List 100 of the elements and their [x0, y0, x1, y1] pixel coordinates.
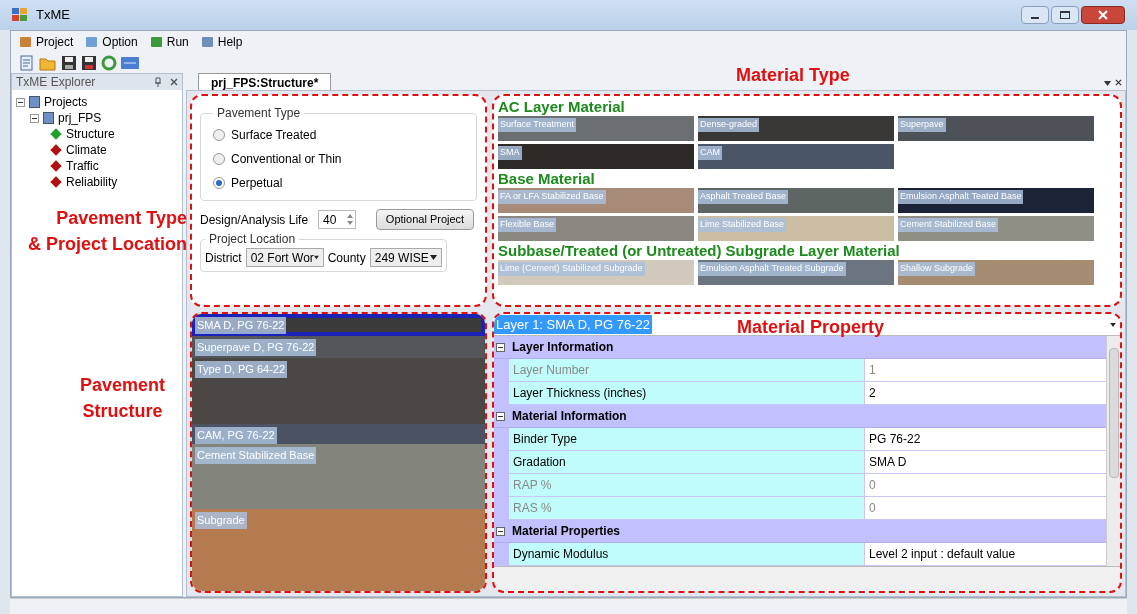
- district-dropdown[interactable]: 02 Fort Wor: [245, 248, 324, 267]
- tree-item[interactable]: Reliability: [66, 173, 118, 191]
- section-heading: Base Material: [498, 170, 596, 188]
- layer-selector[interactable]: Layer 1: SMA D, PG 76-22: [494, 314, 652, 335]
- section-title[interactable]: Material Information: [512, 407, 627, 425]
- collapse-icon[interactable]: [496, 526, 505, 536]
- collapse-icon[interactable]: [496, 411, 505, 421]
- pavement-layer[interactable]: Type D, PG 64-22: [192, 358, 485, 424]
- tile-label: FA or LFA Stabilized Base: [498, 190, 606, 204]
- property-name: Layer Thickness (inches): [509, 382, 865, 404]
- tile-label: Asphalt Treated Base: [698, 190, 789, 204]
- tree-item[interactable]: Climate: [66, 141, 107, 159]
- radio-label: Perpetual: [231, 175, 283, 192]
- tree-item[interactable]: Projects: [44, 93, 88, 111]
- tile-label: Emulsion Asphalt Teated Base: [898, 190, 1024, 204]
- section-heading: Subbase/Treated (or Untreated) Subgrade Layer Material: [498, 242, 901, 260]
- layer-label: Superpave D, PG 76-22: [195, 339, 317, 356]
- property-name: RAP %: [509, 474, 865, 496]
- section-title[interactable]: Material Properties: [512, 522, 621, 540]
- menu-item[interactable]: Help: [200, 33, 243, 51]
- maximize-button[interactable]: [1051, 6, 1079, 24]
- layer-label: Type D, PG 64-22: [195, 361, 288, 378]
- tile-label: Lime (Cement) Stabilized Subgrade: [498, 262, 645, 276]
- dropdown-caret-icon[interactable]: [1110, 322, 1116, 327]
- tile-label: Emulsion Asphalt Treated Subgrade: [698, 262, 846, 276]
- tree-item[interactable]: prj_FPS: [58, 109, 102, 127]
- property-value[interactable]: Level 2 input : default value: [865, 543, 1106, 565]
- tile-label: CAM: [698, 146, 722, 160]
- pavement-layer[interactable]: SMA D, PG 76-22: [192, 314, 485, 336]
- tree-item[interactable]: Traffic: [66, 157, 99, 175]
- dropdown-caret-icon: [313, 255, 319, 260]
- radio-button[interactable]: [213, 177, 225, 189]
- expander-icon[interactable]: [30, 113, 39, 123]
- menu-item[interactable]: Project: [19, 33, 74, 51]
- minimize-button[interactable]: [1021, 6, 1049, 24]
- material-tile[interactable]: CAM: [698, 144, 894, 169]
- pin-icon[interactable]: [154, 77, 162, 87]
- material-tile[interactable]: Surface Treatment: [498, 116, 694, 141]
- close-icon: [1098, 10, 1108, 20]
- property-name: Binder Type: [509, 428, 865, 450]
- material-tile[interactable]: Shallow Subgrade: [898, 260, 1094, 285]
- group-title: Pavement Type: [216, 105, 302, 122]
- tile-label: Superpave: [898, 118, 946, 132]
- property-name: Layer Number: [509, 359, 865, 381]
- save-icon[interactable]: [61, 55, 77, 71]
- material-tile[interactable]: Cement Stabilized Base: [898, 216, 1094, 241]
- close-icon[interactable]: [170, 78, 178, 86]
- app-icon: [12, 8, 28, 22]
- dropdown-caret-icon[interactable]: [1104, 81, 1111, 86]
- menu-item[interactable]: Run: [149, 33, 189, 51]
- radio-button[interactable]: [213, 129, 225, 141]
- section-title[interactable]: Layer Information: [512, 338, 614, 356]
- material-tile[interactable]: SMA: [498, 144, 694, 169]
- tile-label: Lime Stabilized Base: [698, 218, 787, 232]
- material-tile[interactable]: FA or LFA Stabilized Base: [498, 188, 694, 213]
- property-value[interactable]: SMA D: [865, 451, 1106, 473]
- material-tile[interactable]: Superpave: [898, 116, 1094, 141]
- menu-item[interactable]: Option: [85, 33, 138, 51]
- pavement-layer[interactable]: Subgrade: [192, 509, 485, 591]
- scrollbar[interactable]: [1106, 336, 1120, 566]
- material-tile[interactable]: Flexible Base: [498, 216, 694, 241]
- property-name: RAS %: [509, 497, 865, 519]
- group-title: Project Location: [208, 231, 297, 248]
- spinner-arrows-icon[interactable]: [345, 212, 355, 227]
- layer-label: CAM, PG 76-22: [195, 427, 277, 444]
- folder-icon: [43, 112, 54, 124]
- material-tile[interactable]: Emulsion Asphalt Teated Base: [898, 188, 1094, 213]
- collapse-icon[interactable]: [496, 342, 505, 352]
- radio-button[interactable]: [213, 153, 225, 165]
- property-value[interactable]: PG 76-22: [865, 428, 1106, 450]
- optional-project-button[interactable]: Optional Project: [376, 209, 474, 230]
- tile-label: Flexible Base: [498, 218, 557, 232]
- annotation-label: Material Property: [737, 316, 885, 339]
- county-dropdown[interactable]: 249 WISE: [369, 248, 442, 267]
- material-tile[interactable]: Dense-graded: [698, 116, 894, 141]
- property-value[interactable]: 2: [865, 382, 1106, 404]
- layer-label: SMA D, PG 76-22: [195, 317, 287, 334]
- field-label: County: [327, 249, 366, 267]
- tile-label: Dense-graded: [698, 118, 760, 132]
- save-as-icon[interactable]: [81, 55, 97, 71]
- tab[interactable]: prj_FPS:Structure*: [198, 73, 332, 90]
- close-icon[interactable]: [1115, 79, 1122, 86]
- material-tile[interactable]: Asphalt Treated Base: [698, 188, 894, 213]
- menu-icon: [149, 36, 163, 48]
- pavement-layer[interactable]: Superpave D, PG 76-22: [192, 336, 485, 358]
- folder-icon: [29, 96, 40, 108]
- pavement-layer[interactable]: Cement Stabilized Base: [192, 444, 485, 509]
- expander-icon[interactable]: [16, 97, 25, 107]
- close-button[interactable]: [1081, 6, 1125, 24]
- radio-label: Surface Treated: [231, 127, 317, 144]
- property-name: Gradation: [509, 451, 865, 473]
- material-tile[interactable]: Emulsion Asphalt Treated Subgrade: [698, 260, 894, 285]
- tree-item[interactable]: Structure: [66, 125, 115, 143]
- field-label: District: [205, 249, 242, 267]
- menu-icon: [85, 36, 99, 48]
- window-title: TxME: [36, 6, 70, 25]
- pavement-layer[interactable]: CAM, PG 76-22: [192, 424, 485, 444]
- number-spinner[interactable]: 40: [318, 210, 356, 229]
- layer-label: Subgrade: [195, 512, 247, 529]
- tile-label: Cement Stabilized Base: [898, 218, 999, 232]
